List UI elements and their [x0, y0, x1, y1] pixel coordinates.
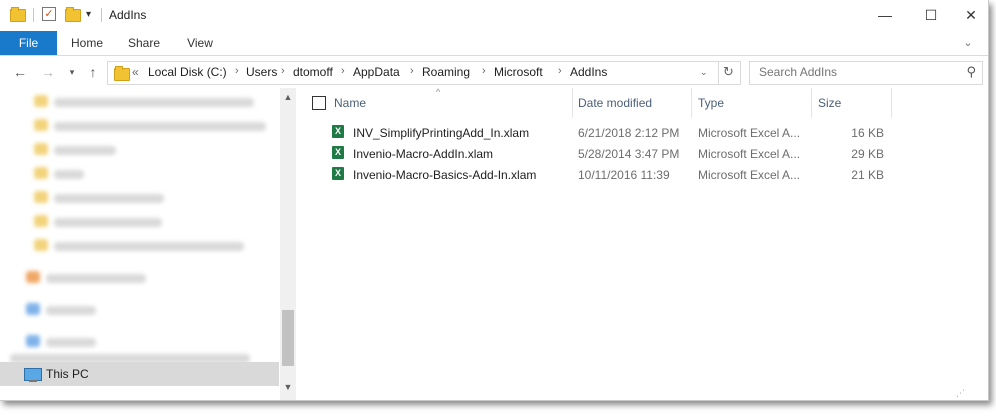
- folder-icon: [114, 66, 130, 81]
- up-arrow-icon[interactable]: ↑: [85, 62, 101, 82]
- divider: [718, 62, 719, 84]
- title-bar: ✓ ▾ AddIns — ☐ ✕: [0, 0, 988, 31]
- column-divider[interactable]: [891, 88, 892, 118]
- file-list: ^ Name Date modified Type Size X INV_Sim…: [300, 87, 988, 400]
- tab-file[interactable]: File: [0, 31, 57, 55]
- file-type: Microsoft Excel A...: [698, 168, 801, 182]
- file-date-modified: 6/21/2018 2:12 PM: [578, 126, 680, 140]
- file-row[interactable]: X INV_SimplifyPrintingAdd_In.xlam 6/21/2…: [300, 122, 988, 143]
- ribbon-expand-icon[interactable]: ⌄: [958, 31, 978, 55]
- tab-share[interactable]: Share: [120, 31, 168, 55]
- file-name: INV_SimplifyPrintingAdd_In.xlam: [353, 126, 530, 140]
- column-header-size[interactable]: Size: [818, 96, 841, 110]
- address-bar[interactable]: « Local Disk (C:) › Users › dtomoff › Ap…: [107, 61, 741, 85]
- customize-toolbar-icon[interactable]: ▾: [86, 9, 91, 25]
- refresh-icon[interactable]: ↻: [723, 64, 734, 80]
- column-divider[interactable]: [691, 88, 692, 118]
- scrollbar-thumb[interactable]: [282, 310, 294, 366]
- search-box[interactable]: ⚲: [749, 61, 983, 85]
- file-row[interactable]: X Invenio-Macro-AddIn.xlam 5/28/2014 3:4…: [300, 143, 988, 164]
- nav-item-this-pc[interactable]: This PC: [0, 362, 279, 386]
- breadcrumb-users[interactable]: Users: [246, 65, 277, 79]
- file-size: 21 KB: [851, 168, 884, 182]
- column-header-name[interactable]: Name: [334, 96, 366, 110]
- excel-file-icon: X: [332, 146, 344, 159]
- navigation-bar: ← → ▾ ↑ « Local Disk (C:) › Users › dtom…: [0, 56, 988, 88]
- ribbon-tabs: File Home Share View ⌄: [0, 31, 988, 56]
- divider: [101, 8, 102, 22]
- breadcrumb-separator-icon[interactable]: ›: [482, 65, 486, 77]
- explorer-window: ✓ ▾ AddIns — ☐ ✕ File Home Share View ⌄ …: [0, 0, 989, 401]
- file-size: 16 KB: [851, 126, 884, 140]
- file-row[interactable]: X Invenio-Macro-Basics-Add-In.xlam 10/11…: [300, 164, 988, 185]
- excel-file-icon: X: [332, 167, 344, 180]
- column-divider[interactable]: [572, 88, 573, 118]
- breadcrumb-local-disk[interactable]: Local Disk (C:): [148, 65, 227, 79]
- nav-item-label: This PC: [46, 367, 89, 381]
- tab-view[interactable]: View: [176, 31, 224, 55]
- navigation-pane: This PC ▲ ▼: [0, 88, 296, 400]
- breadcrumb-separator-icon[interactable]: ›: [410, 65, 414, 77]
- divider: [33, 8, 34, 22]
- breadcrumb-separator-icon[interactable]: ›: [281, 65, 285, 77]
- breadcrumb-separator-icon[interactable]: ›: [235, 65, 239, 77]
- back-arrow-icon[interactable]: ←: [12, 62, 28, 82]
- breadcrumb-separator-icon[interactable]: ›: [341, 65, 345, 77]
- window-title: AddIns: [109, 8, 147, 22]
- breadcrumb-microsoft[interactable]: Microsoft: [494, 65, 543, 79]
- column-divider[interactable]: [811, 88, 812, 118]
- breadcrumb-roaming[interactable]: Roaming: [422, 65, 470, 79]
- column-header-date-modified[interactable]: Date modified: [578, 96, 652, 110]
- search-input[interactable]: [759, 65, 959, 79]
- close-button[interactable]: ✕: [954, 0, 988, 31]
- select-all-checkbox[interactable]: [312, 96, 326, 110]
- column-header-row: ^ Name Date modified Type Size: [300, 87, 988, 118]
- file-name: Invenio-Macro-Basics-Add-In.xlam: [353, 168, 537, 182]
- file-type: Microsoft Excel A...: [698, 126, 801, 140]
- breadcrumb-appdata[interactable]: AppData: [353, 65, 400, 79]
- computer-icon: [24, 368, 42, 382]
- file-date-modified: 5/28/2014 3:47 PM: [578, 147, 680, 161]
- excel-file-icon: X: [332, 125, 344, 138]
- maximize-button[interactable]: ☐: [908, 0, 954, 31]
- forward-arrow-icon[interactable]: →: [40, 62, 56, 82]
- breadcrumb-addins[interactable]: AddIns: [570, 65, 607, 79]
- address-dropdown-chevron-icon[interactable]: ⌄: [700, 67, 708, 78]
- folder-icon[interactable]: [10, 7, 26, 23]
- column-header-type[interactable]: Type: [698, 96, 724, 110]
- file-name: Invenio-Macro-AddIn.xlam: [353, 147, 494, 161]
- properties-icon[interactable]: ✓: [42, 7, 56, 23]
- file-type: Microsoft Excel A...: [698, 147, 801, 161]
- new-folder-icon[interactable]: [65, 7, 81, 23]
- nav-pane-scrollbar[interactable]: ▲ ▼: [280, 88, 296, 400]
- tab-home[interactable]: Home: [62, 31, 112, 55]
- scroll-down-icon[interactable]: ▼: [280, 382, 296, 392]
- recent-locations-chevron-icon[interactable]: ▾: [64, 62, 80, 82]
- search-icon[interactable]: ⚲: [966, 64, 976, 80]
- scroll-up-icon[interactable]: ▲: [280, 92, 296, 102]
- path-overflow[interactable]: «: [132, 65, 139, 79]
- minimize-button[interactable]: —: [862, 0, 908, 31]
- breadcrumb-separator-icon[interactable]: ›: [558, 65, 562, 77]
- breadcrumb-dtomoff[interactable]: dtomoff: [293, 65, 333, 79]
- resize-grip-icon[interactable]: ⋰: [956, 388, 968, 400]
- file-size: 29 KB: [851, 147, 884, 161]
- sort-ascending-icon: ^: [436, 87, 441, 97]
- file-date-modified: 10/11/2016 11:39: [578, 168, 670, 182]
